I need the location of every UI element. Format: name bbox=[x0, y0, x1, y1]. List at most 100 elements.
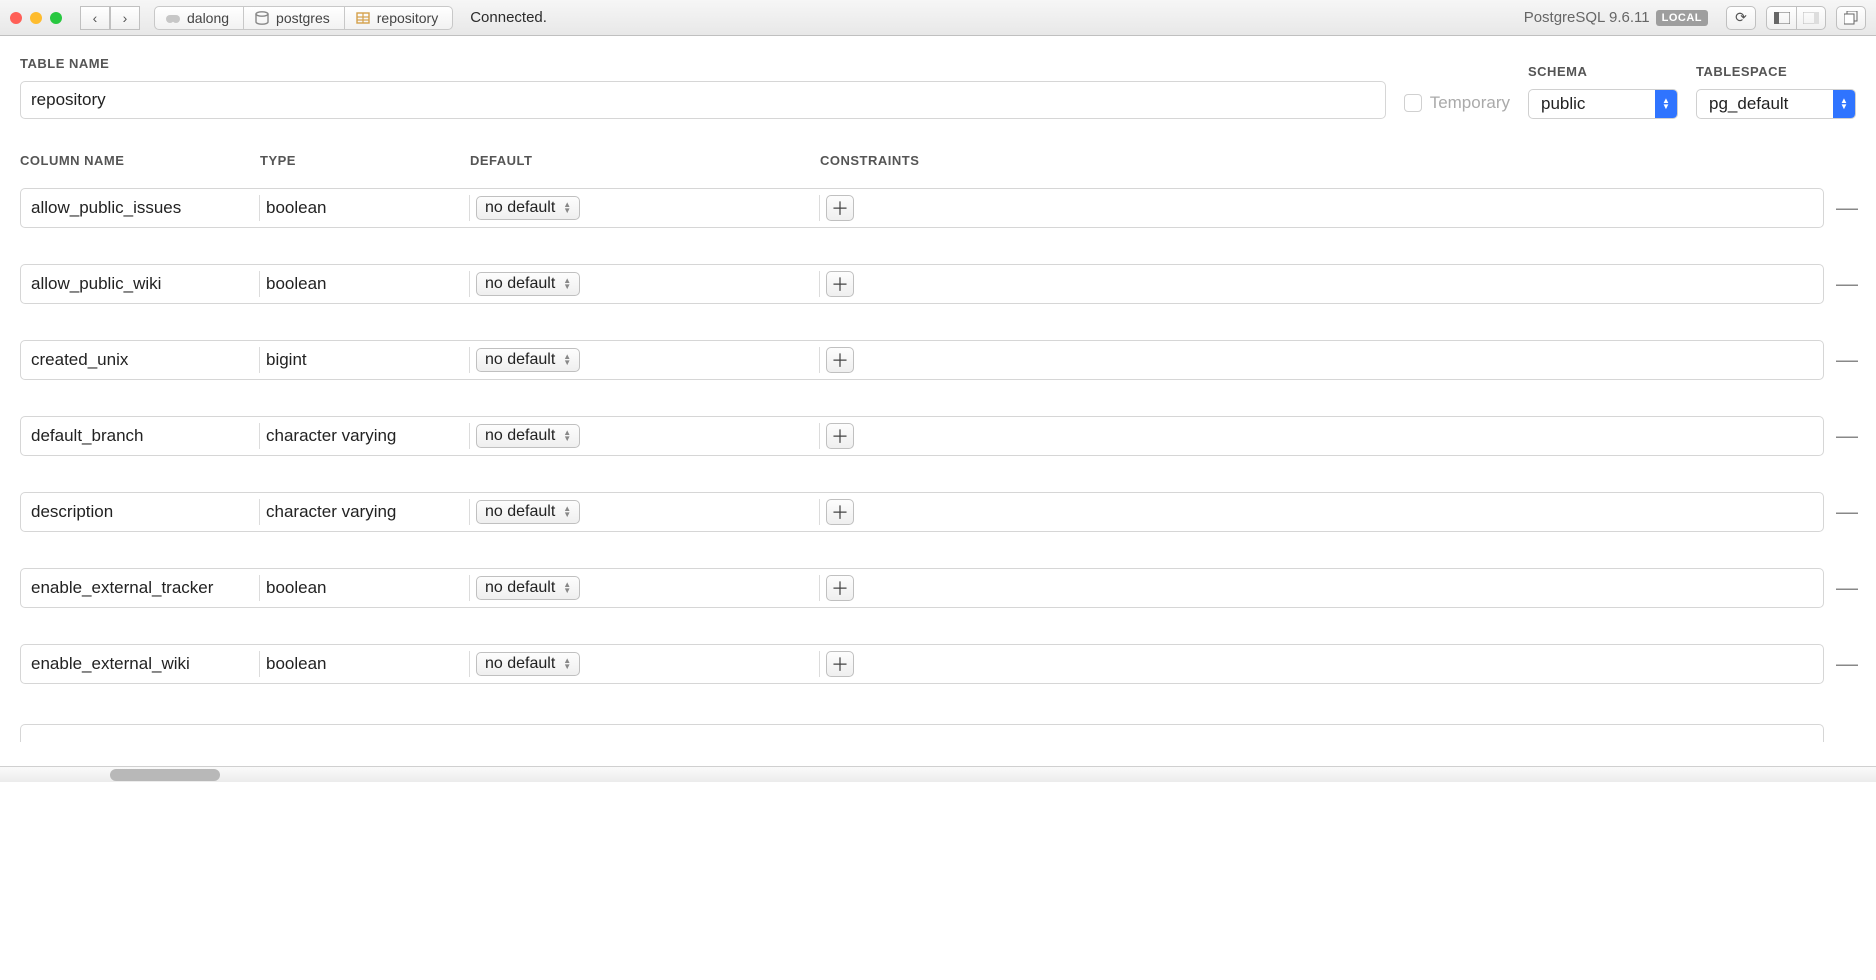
column-name-cell[interactable]: enable_external_tracker bbox=[25, 575, 259, 601]
column-type-cell[interactable]: character varying bbox=[259, 499, 469, 525]
column-frame: allow_public_issues boolean no default ▲… bbox=[20, 188, 1824, 228]
add-constraint-button[interactable]: ＋ bbox=[826, 271, 854, 297]
default-dropdown[interactable]: no default ▲▼ bbox=[476, 576, 580, 600]
close-window-button[interactable] bbox=[10, 12, 22, 24]
column-constraints-cell: ＋ bbox=[819, 651, 1819, 677]
minimize-window-button[interactable] bbox=[30, 12, 42, 24]
connection-status: Connected. bbox=[470, 9, 547, 26]
stepper-arrows-icon: ▲▼ bbox=[563, 430, 571, 442]
column-type-cell[interactable]: character varying bbox=[259, 423, 469, 449]
column-row-partial: — bbox=[20, 720, 1856, 746]
add-constraint-button[interactable]: ＋ bbox=[826, 423, 854, 449]
stepper-arrows-icon: ▲▼ bbox=[563, 582, 571, 594]
add-constraint-button[interactable]: ＋ bbox=[826, 195, 854, 221]
stepper-arrows-icon: ▲▼ bbox=[563, 202, 571, 214]
remove-column-button[interactable]: — bbox=[1836, 347, 1856, 373]
add-constraint-button[interactable]: ＋ bbox=[826, 347, 854, 373]
minus-icon: — bbox=[1836, 423, 1858, 448]
column-constraints-cell: ＋ bbox=[819, 499, 1819, 525]
minus-icon: — bbox=[1836, 271, 1858, 296]
default-dropdown[interactable]: no default ▲▼ bbox=[476, 424, 580, 448]
column-name-cell[interactable]: created_unix bbox=[25, 347, 259, 373]
stepper-arrows-icon: ▲▼ bbox=[563, 506, 571, 518]
column-type-cell[interactable]: boolean bbox=[259, 575, 469, 601]
stepper-arrows-icon: ▲▼ bbox=[563, 278, 571, 290]
constraints-header: CONSTRAINTS bbox=[820, 153, 1856, 168]
local-badge: LOCAL bbox=[1656, 10, 1708, 26]
default-dropdown[interactable]: no default ▲▼ bbox=[476, 272, 580, 296]
remove-column-button[interactable]: — bbox=[1836, 651, 1856, 677]
column-constraints-cell: ＋ bbox=[819, 347, 1819, 373]
table-name-input[interactable] bbox=[20, 81, 1386, 119]
default-dropdown[interactable]: no default ▲▼ bbox=[476, 652, 580, 676]
breadcrumb-table[interactable]: repository bbox=[344, 6, 453, 30]
window-controls bbox=[10, 12, 62, 24]
plus-icon: ＋ bbox=[831, 651, 849, 677]
column-frame: enable_external_tracker boolean no defau… bbox=[20, 568, 1824, 608]
breadcrumb-database[interactable]: postgres bbox=[243, 6, 345, 30]
horizontal-scrollbar[interactable] bbox=[0, 766, 1876, 782]
remove-column-button[interactable]: — bbox=[1836, 423, 1856, 449]
stepper-arrows-icon: ▲▼ bbox=[563, 658, 571, 670]
plus-icon: ＋ bbox=[831, 195, 849, 221]
toolbar: ‹ › dalong postgres repository Connected… bbox=[0, 0, 1876, 36]
column-name-cell[interactable]: description bbox=[25, 499, 259, 525]
column-frame: description character varying no default… bbox=[20, 492, 1824, 532]
default-dropdown[interactable]: no default ▲▼ bbox=[476, 500, 580, 524]
add-constraint-button[interactable]: ＋ bbox=[826, 651, 854, 677]
plus-icon: ＋ bbox=[831, 271, 849, 297]
forward-button[interactable]: › bbox=[110, 6, 140, 30]
scrollbar-thumb[interactable] bbox=[110, 769, 220, 781]
column-row: allow_public_issues boolean no default ▲… bbox=[20, 188, 1856, 228]
default-header: DEFAULT bbox=[470, 153, 820, 168]
refresh-icon: ⟳ bbox=[1735, 9, 1747, 26]
breadcrumb: dalong postgres repository bbox=[154, 6, 452, 30]
elephant-icon bbox=[165, 10, 181, 26]
new-window-button[interactable] bbox=[1836, 6, 1866, 30]
remove-column-button[interactable]: — bbox=[1836, 271, 1856, 297]
remove-column-button[interactable]: — bbox=[1836, 499, 1856, 525]
plus-icon: ＋ bbox=[831, 347, 849, 373]
default-dropdown[interactable]: no default ▲▼ bbox=[476, 348, 580, 372]
breadcrumb-connection[interactable]: dalong bbox=[154, 6, 244, 30]
remove-column-button[interactable]: — bbox=[1836, 195, 1856, 221]
default-value: no default bbox=[485, 655, 555, 673]
column-row: created_unix bigint no default ▲▼ ＋ — bbox=[20, 340, 1856, 380]
sidebar-right-button[interactable] bbox=[1796, 6, 1826, 30]
breadcrumb-label: dalong bbox=[187, 10, 229, 26]
column-constraints-cell: ＋ bbox=[819, 423, 1819, 449]
temporary-checkbox[interactable] bbox=[1404, 94, 1422, 112]
panel-right-icon bbox=[1803, 12, 1819, 24]
refresh-button[interactable]: ⟳ bbox=[1726, 6, 1756, 30]
column-constraints-cell: ＋ bbox=[819, 195, 1819, 221]
column-frame: created_unix bigint no default ▲▼ ＋ bbox=[20, 340, 1824, 380]
schema-select[interactable]: public ▲▼ bbox=[1528, 89, 1678, 119]
back-button[interactable]: ‹ bbox=[80, 6, 110, 30]
column-name-cell[interactable]: allow_public_issues bbox=[25, 195, 259, 221]
column-type-cell[interactable]: boolean bbox=[259, 651, 469, 677]
add-constraint-button[interactable]: ＋ bbox=[826, 499, 854, 525]
column-frame: enable_external_wiki boolean no default … bbox=[20, 644, 1824, 684]
column-type-cell[interactable]: boolean bbox=[259, 271, 469, 297]
tablespace-select[interactable]: pg_default ▲▼ bbox=[1696, 89, 1856, 119]
add-constraint-button[interactable]: ＋ bbox=[826, 575, 854, 601]
column-type-cell[interactable]: boolean bbox=[259, 195, 469, 221]
panel-left-icon bbox=[1774, 12, 1790, 24]
column-default-cell: no default ▲▼ bbox=[469, 271, 819, 297]
column-default-cell: no default ▲▼ bbox=[469, 651, 819, 677]
sidebar-left-button[interactable] bbox=[1766, 6, 1796, 30]
column-type-cell[interactable]: bigint bbox=[259, 347, 469, 373]
column-name-cell[interactable]: enable_external_wiki bbox=[25, 651, 259, 677]
column-name-cell[interactable]: allow_public_wiki bbox=[25, 271, 259, 297]
plus-icon: ＋ bbox=[831, 499, 849, 525]
columns-list: allow_public_issues boolean no default ▲… bbox=[20, 188, 1856, 746]
select-arrows-icon: ▲▼ bbox=[1833, 90, 1855, 118]
column-name-cell[interactable]: default_branch bbox=[25, 423, 259, 449]
default-dropdown[interactable]: no default ▲▼ bbox=[476, 196, 580, 220]
remove-column-button[interactable]: — bbox=[1836, 575, 1856, 601]
breadcrumb-label: postgres bbox=[276, 10, 330, 26]
column-row: default_branch character varying no defa… bbox=[20, 416, 1856, 456]
column-default-cell: no default ▲▼ bbox=[469, 423, 819, 449]
zoom-window-button[interactable] bbox=[50, 12, 62, 24]
column-constraints-cell: ＋ bbox=[819, 271, 1819, 297]
